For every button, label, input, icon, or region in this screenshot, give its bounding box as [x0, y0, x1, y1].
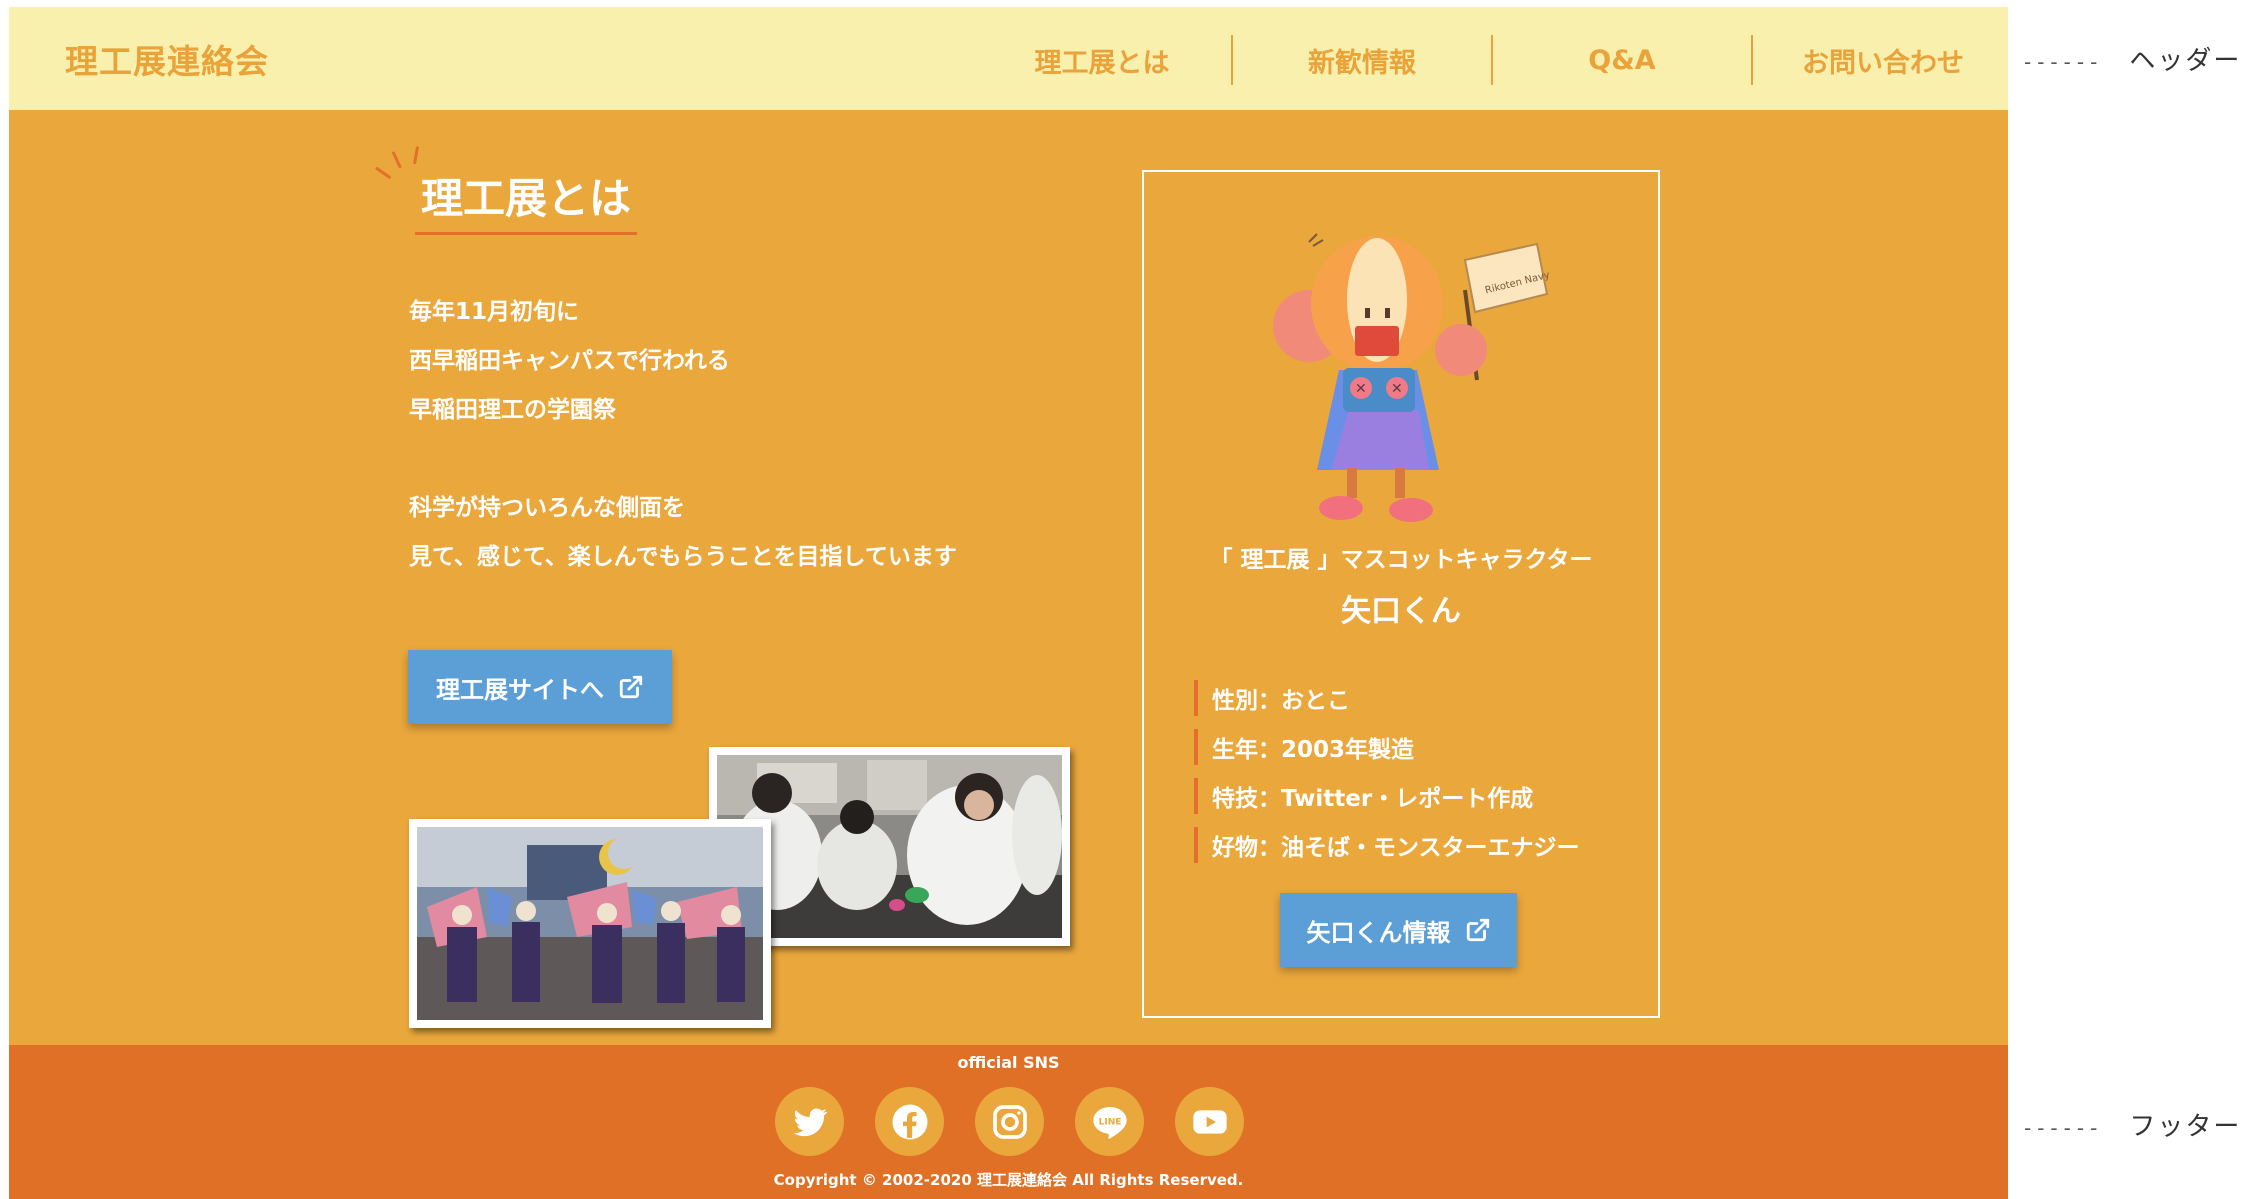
nav-item-contact[interactable]: お問い合わせ: [1753, 35, 2013, 85]
footer-annotation-label: フッター: [2129, 1112, 2242, 1142]
external-link-icon: [619, 675, 643, 699]
intro-line: 科学が持ついろんな側面を: [409, 495, 685, 521]
annotation-dash-line: ------: [2024, 1116, 2104, 1140]
header-annotation: ------ ヘッダー: [2024, 40, 2241, 77]
footer-annotation: ------ フッター: [2024, 1106, 2241, 1143]
header-annotation-label: ヘッダー: [2129, 46, 2242, 76]
mascot-name: 矢口くん: [1341, 594, 1461, 629]
intro-spacer: [409, 435, 1029, 484]
nav-item-about[interactable]: 理工展とは: [973, 35, 1233, 85]
section-title: 理工展とは: [415, 165, 638, 235]
profile-gender: 性別：おとこ: [1194, 680, 1634, 716]
sns-label: official SNS: [957, 1053, 1060, 1072]
twitter-icon[interactable]: [775, 1087, 844, 1156]
global-nav: 理工展とは 新歓情報 Q&A お問い合わせ: [973, 35, 2013, 85]
nav-item-qa[interactable]: Q&A: [1493, 35, 1753, 85]
profile-favorites: 好物：油そば・モンスターエナジー: [1194, 827, 1634, 863]
external-link-icon: [1466, 918, 1489, 942]
site-header: 理工展連絡会 理工展とは 新歓情報 Q&A お問い合わせ: [9, 7, 2008, 110]
nav-item-recruit[interactable]: 新歓情報: [1233, 35, 1493, 85]
svg-text:✕: ✕: [1355, 381, 1367, 397]
profile-skills: 特技：Twitter・レポート作成: [1194, 778, 1634, 814]
site-logo-title[interactable]: 理工展連絡会: [65, 35, 269, 83]
line-icon[interactable]: LINE: [1075, 1087, 1144, 1156]
intro-line: 西早稲田キャンパスで行われる: [409, 348, 730, 374]
page: 理工展連絡会 理工展とは 新歓情報 Q&A お問い合わせ 理工展とは 毎年11月…: [0, 0, 2263, 1199]
yaguchi-info-button-label: 矢口くん情報: [1306, 918, 1451, 947]
youtube-icon[interactable]: [1175, 1087, 1244, 1156]
annotation-dash-line: ------: [2024, 50, 2104, 74]
rikoten-site-button[interactable]: 理工展サイトへ: [408, 650, 672, 724]
intro-line: 毎年11月初旬に: [409, 299, 580, 325]
svg-text:LINE: LINE: [1098, 1117, 1121, 1127]
main-section: 理工展とは 毎年11月初旬に 西早稲田キャンパスで行われる 早稲田理工の学園祭 …: [9, 110, 2008, 1045]
mascot-card: Rikoten Navy ✕ ✕ 「 理工展 」マスコットキャラクター 矢口くん…: [1142, 170, 1660, 1018]
copyright-text: Copyright © 2002-2020 理工展連絡会 All Rights …: [773, 1171, 1244, 1189]
mascot-profile-list: 性別：おとこ 生年：2003年製造 特技：Twitter・レポート作成 好物：油…: [1194, 680, 1634, 876]
sns-links: LINE: [775, 1087, 1244, 1156]
dance-photo-image: [417, 827, 763, 1020]
intro-line: 見て、感じて、楽しんでもらうことを目指しています: [409, 544, 957, 570]
mascot-subtitle: 「 理工展 」マスコットキャラクター: [1209, 547, 1593, 573]
intro-line: 早稲田理工の学園祭: [409, 397, 616, 423]
intro-text: 毎年11月初旬に 西早稲田キャンパスで行われる 早稲田理工の学園祭 科学が持つい…: [409, 288, 1029, 582]
svg-text:✕: ✕: [1391, 381, 1403, 397]
instagram-icon[interactable]: [975, 1087, 1044, 1156]
yaguchi-info-button[interactable]: 矢口くん情報: [1280, 893, 1517, 967]
site-footer: official SNS LINE Copyright © 2002-2020 …: [9, 1045, 2008, 1199]
facebook-icon[interactable]: [875, 1087, 944, 1156]
yaguchi-mascot-illustration: Rikoten Navy ✕ ✕: [1273, 233, 1549, 522]
profile-birth-year: 生年：2003年製造: [1194, 729, 1634, 765]
dance-performance-photo: [409, 819, 771, 1028]
rikoten-site-button-label: 理工展サイトへ: [436, 675, 604, 704]
